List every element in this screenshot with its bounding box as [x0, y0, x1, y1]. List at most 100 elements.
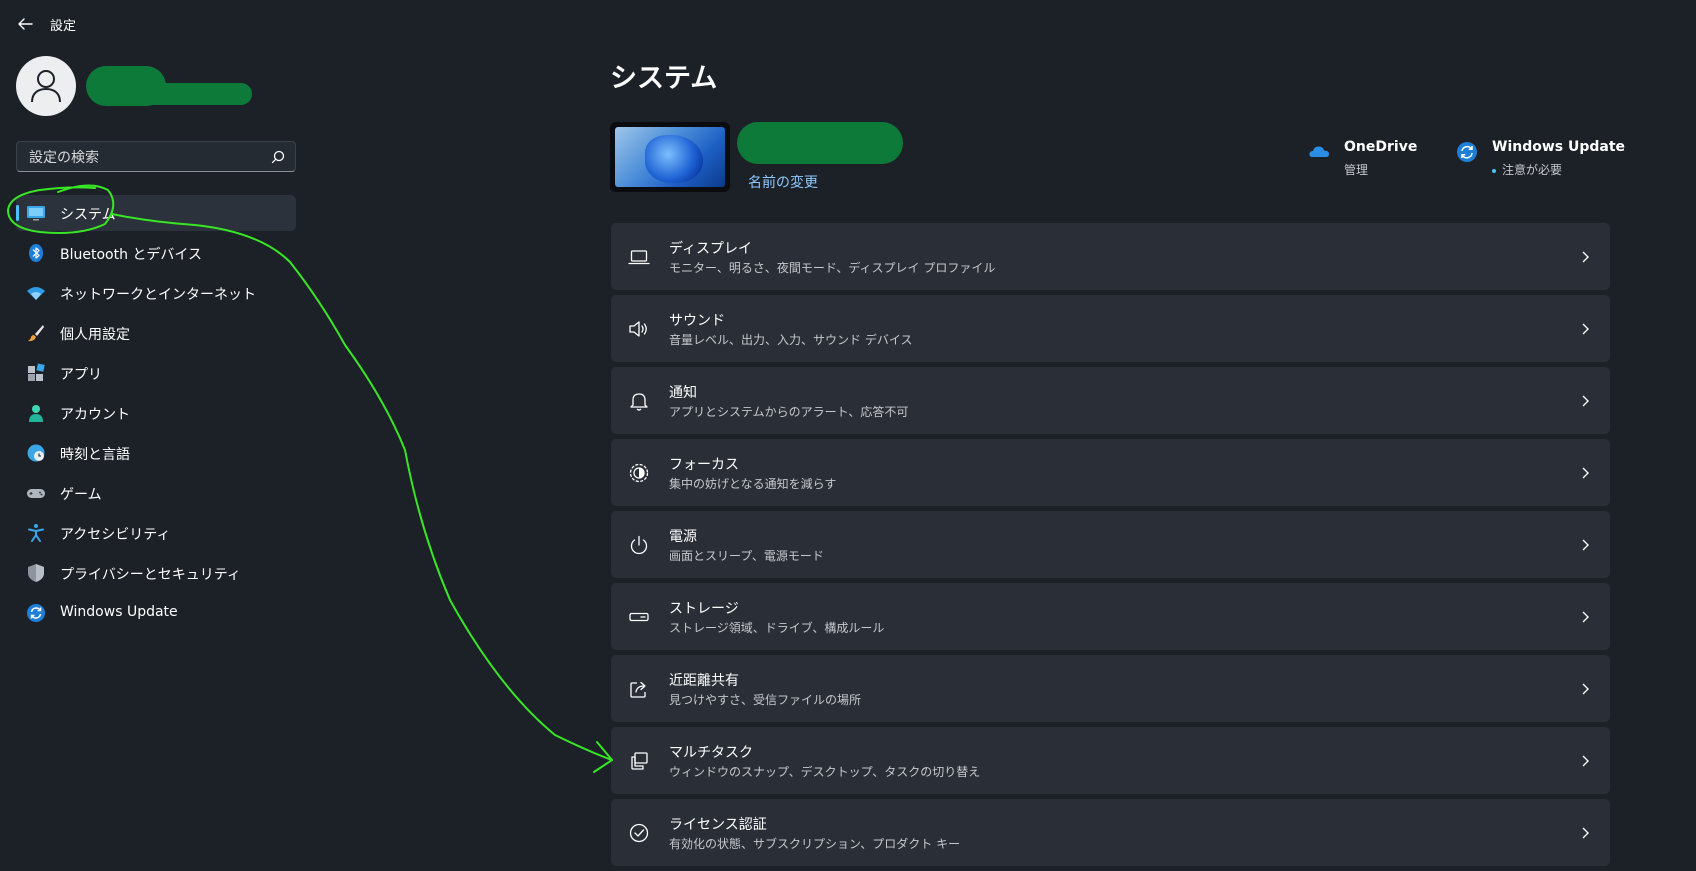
person-icon	[29, 405, 43, 422]
sidebar-item-time-language[interactable]: 時刻と言語	[16, 435, 296, 471]
card-title: マルチタスク	[669, 745, 753, 761]
card-storage[interactable]: ストレージ ストレージ領域、ドライブ、構成ルール	[611, 583, 1610, 650]
card-focus[interactable]: フォーカス 集中の妨げとなる通知を減らす	[611, 439, 1610, 506]
onedrive-subtitle: 管理	[1344, 163, 1369, 177]
sidebar-item-label: ゲーム	[60, 487, 102, 503]
card-title: ストレージ	[669, 601, 739, 617]
windows-update-status-text: 注意が必要	[1502, 163, 1563, 177]
sidebar-item-label: 時刻と言語	[60, 447, 130, 463]
check-circle-icon	[629, 823, 649, 843]
sidebar-item-gaming[interactable]: ゲーム	[16, 475, 296, 511]
card-title: 電源	[669, 529, 697, 545]
card-title: 通知	[669, 385, 697, 401]
sidebar-item-label: ネットワークとインターネット	[60, 287, 256, 303]
card-subtitle: アプリとシステムからのアラート、応答不可	[669, 405, 909, 419]
monitor-icon	[27, 206, 45, 221]
chevron-right-icon	[1582, 827, 1589, 839]
card-subtitle: 有効化の状態、サブスクリプション、プロダクト キー	[669, 837, 961, 851]
sidebar-item-label: Windows Update	[60, 604, 178, 620]
accessibility-icon	[28, 524, 44, 542]
focus-icon	[629, 463, 649, 483]
wallpaper-image	[615, 127, 725, 187]
user-profile[interactable]	[16, 56, 276, 120]
shield-icon	[28, 564, 44, 582]
redacted-user-email	[96, 83, 252, 105]
chevron-right-icon	[1582, 539, 1589, 551]
card-nearby-sharing[interactable]: 近距離共有 見つけやすさ、受信ファイルの場所	[611, 655, 1610, 722]
speaker-icon	[629, 321, 647, 337]
apps-icon	[28, 363, 45, 381]
card-subtitle: ストレージ領域、ドライブ、構成ルール	[669, 621, 885, 635]
sidebar-item-apps[interactable]: アプリ	[16, 355, 296, 391]
sidebar-item-label: Bluetooth とデバイス	[60, 247, 202, 263]
chevron-right-icon	[1582, 395, 1589, 407]
redacted-device-name	[737, 122, 903, 164]
card-subtitle: ウィンドウのスナップ、デスクトップ、タスクの切り替え	[669, 765, 981, 779]
page-title: システム	[610, 63, 718, 94]
sidebar-item-privacy[interactable]: プライバシーとセキュリティ	[16, 555, 296, 591]
card-power[interactable]: 電源 画面とスリープ、電源モード	[611, 511, 1610, 578]
card-title: サウンド	[669, 313, 725, 329]
card-subtitle: モニター、明るさ、夜間モード、ディスプレイ プロファイル	[669, 261, 996, 275]
windows-update-title: Windows Update	[1492, 139, 1626, 155]
card-multitasking[interactable]: マルチタスク ウィンドウのスナップ、デスクトップ、タスクの切り替え	[611, 727, 1610, 794]
chevron-right-icon	[1582, 683, 1589, 695]
sidebar-item-personalization[interactable]: 個人用設定	[16, 315, 296, 351]
sidebar-item-label: アクセシビリティ	[60, 527, 171, 543]
windows-update-status: 注意が必要	[1492, 161, 1562, 178]
card-sound[interactable]: サウンド 音量レベル、出力、入力、サウンド デバイス	[611, 295, 1610, 362]
sidebar-item-system[interactable]: システム	[16, 195, 296, 231]
multitask-icon	[631, 752, 648, 770]
laptop-icon	[628, 250, 650, 265]
card-display[interactable]: ディスプレイ モニター、明るさ、夜間モード、ディスプレイ プロファイル	[611, 223, 1610, 290]
sidebar-item-bluetooth[interactable]: Bluetooth とデバイス	[16, 235, 296, 271]
card-title: ディスプレイ	[669, 241, 753, 257]
back-arrow-icon[interactable]	[14, 13, 36, 35]
search-input[interactable]	[27, 142, 261, 173]
card-activation[interactable]: ライセンス認証 有効化の状態、サブスクリプション、プロダクト キー	[611, 799, 1610, 866]
search-icon[interactable]	[271, 150, 285, 164]
sidebar-item-label: プライバシーとセキュリティ	[60, 567, 241, 583]
gamepad-icon	[27, 489, 45, 498]
card-subtitle: 見つけやすさ、受信ファイルの場所	[669, 693, 862, 707]
chevron-right-icon	[1582, 755, 1589, 767]
card-subtitle: 画面とスリープ、電源モード	[669, 549, 824, 563]
title-bar: 設定	[0, 0, 1696, 48]
sidebar-nav: システム Bluetooth とデバイス ネットワークとインターネット 個人用設…	[16, 195, 296, 635]
sidebar-item-accessibility[interactable]: アクセシビリティ	[16, 515, 296, 551]
rename-link[interactable]: 名前の変更	[748, 172, 818, 192]
settings-search[interactable]	[16, 141, 296, 173]
sync-icon	[27, 604, 45, 622]
card-title: フォーカス	[669, 457, 739, 473]
avatar[interactable]	[16, 56, 76, 116]
status-dot	[1492, 168, 1496, 173]
sidebar-item-label: アカウント	[60, 407, 130, 423]
wifi-icon	[27, 287, 45, 300]
power-icon	[630, 535, 648, 555]
bell-icon	[630, 393, 648, 411]
sidebar-item-network[interactable]: ネットワークとインターネット	[16, 275, 296, 311]
chevron-right-icon	[1582, 323, 1589, 335]
storage-icon	[629, 612, 649, 622]
card-notifications[interactable]: 通知 アプリとシステムからのアラート、応答不可	[611, 367, 1610, 434]
onedrive-title: OneDrive	[1344, 139, 1418, 155]
sidebar-item-label: システム	[60, 207, 116, 223]
chevron-right-icon	[1582, 467, 1589, 479]
sync-icon	[1457, 142, 1477, 162]
selection-indicator	[16, 205, 19, 221]
sidebar-item-accounts[interactable]: アカウント	[16, 395, 296, 431]
card-subtitle: 音量レベル、出力、入力、サウンド デバイス	[669, 333, 913, 347]
card-subtitle: 集中の妨げとなる通知を減らす	[669, 477, 837, 491]
sidebar-item-label: 個人用設定	[60, 327, 130, 343]
sidebar-item-windows-update[interactable]: Windows Update	[16, 595, 296, 631]
card-title: 近距離共有	[669, 673, 739, 689]
device-thumbnail	[610, 122, 730, 192]
globe-clock-icon	[27, 444, 45, 462]
person-icon	[31, 70, 61, 103]
bluetooth-icon	[29, 244, 43, 262]
sidebar-item-label: アプリ	[60, 367, 102, 383]
chevron-right-icon	[1582, 251, 1589, 263]
settings-list: ディスプレイ モニター、明るさ、夜間モード、ディスプレイ プロファイル サウンド…	[611, 223, 1610, 871]
annotation-arrowhead	[593, 741, 613, 773]
cloud-icon	[1309, 146, 1329, 157]
